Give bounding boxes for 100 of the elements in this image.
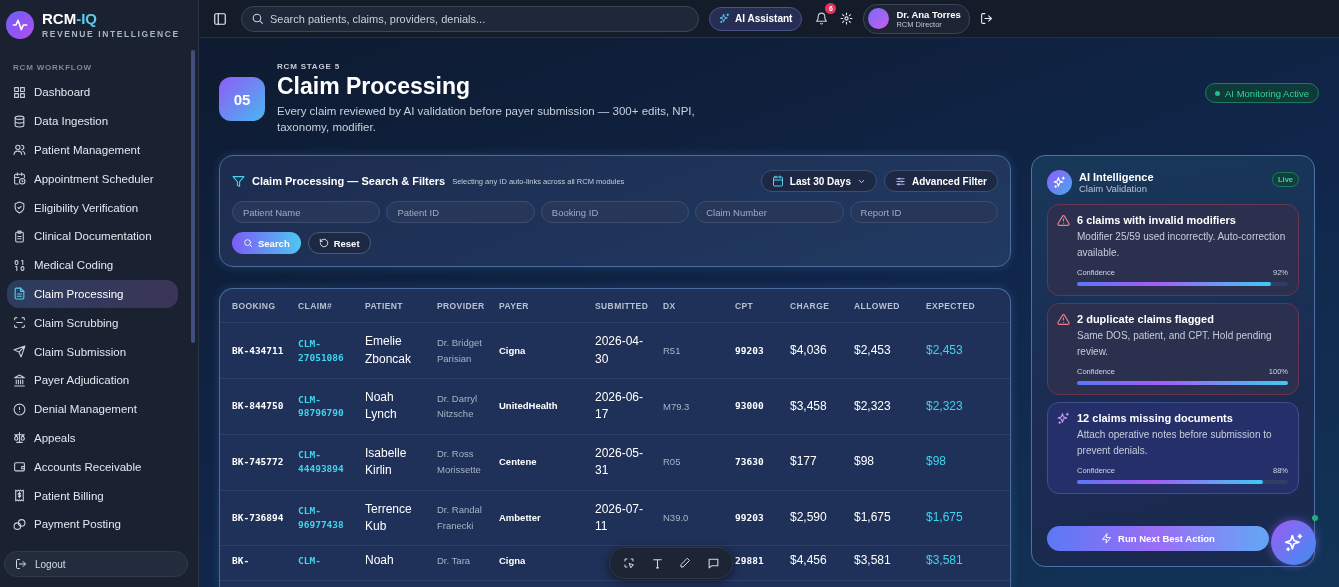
receipt-icon bbox=[13, 489, 26, 503]
sidebar-item[interactable]: Medical Coding bbox=[7, 250, 178, 280]
table-cell: $3,458 bbox=[790, 398, 827, 413]
database-icon bbox=[13, 114, 26, 128]
table-cell: $98 bbox=[926, 454, 947, 469]
sidebar-item[interactable]: Dashboard bbox=[7, 78, 178, 107]
table-cell: BK-434711 bbox=[232, 344, 284, 356]
sidebar-item[interactable]: Claim Submission bbox=[7, 337, 178, 366]
table-cell: M79.3 bbox=[663, 400, 690, 412]
sidebar-item[interactable]: Clinical Documentation bbox=[7, 222, 178, 251]
sidebar-item[interactable]: Payment Posting bbox=[7, 509, 178, 539]
scale-icon bbox=[13, 431, 26, 445]
column-header: PROVIDER bbox=[436, 299, 486, 313]
insight-text: Attach operative notes before submission to prevent denials. bbox=[1077, 428, 1273, 459]
sidebar-item[interactable]: Patient Management bbox=[7, 135, 178, 165]
sidebar-item[interactable]: Claim Processing bbox=[7, 279, 178, 309]
table-cell: R05 bbox=[663, 456, 681, 468]
logo-icon bbox=[6, 10, 34, 39]
sidebar-item[interactable]: Patient Billing bbox=[7, 481, 178, 510]
filter-title: Claim Processing — Search & Filters bbox=[252, 175, 446, 188]
warning-icon bbox=[1057, 313, 1070, 327]
table-cell: Noah bbox=[365, 553, 394, 568]
table-cell: CLM-98796790 bbox=[298, 393, 344, 419]
reset-icon bbox=[318, 238, 329, 249]
table-cell: Centene bbox=[499, 456, 537, 468]
selection-icon bbox=[623, 557, 635, 569]
table-cell: 99203 bbox=[735, 512, 764, 524]
calendar-icon bbox=[771, 175, 784, 188]
ai-chat-button[interactable] bbox=[1271, 520, 1316, 566]
table-cell: 99203 bbox=[735, 344, 764, 356]
date-range-dropdown[interactable]: Last 30 Days bbox=[760, 170, 877, 193]
clipboard-icon bbox=[13, 229, 26, 243]
table-cell: $3,581 bbox=[854, 553, 891, 568]
sidebar-item[interactable]: Appeals bbox=[7, 423, 178, 453]
grid-icon bbox=[13, 85, 26, 99]
send-icon bbox=[13, 345, 26, 359]
table-cell: $2,453 bbox=[926, 342, 963, 357]
column-header: DX bbox=[662, 299, 677, 313]
ai-assistant-button[interactable]: AI Assistant bbox=[709, 6, 803, 31]
filter-input[interactable]: Patient Name bbox=[232, 201, 381, 224]
text-icon bbox=[650, 556, 664, 570]
sidebar-item[interactable]: Payer Adjudication bbox=[7, 365, 178, 395]
table-cell: Dr. Darryl Nitzsche bbox=[437, 392, 478, 420]
sparkle-icon bbox=[719, 13, 730, 24]
shield-check-icon bbox=[13, 201, 26, 215]
table-cell: $2,453 bbox=[854, 342, 891, 357]
binary-icon bbox=[13, 258, 26, 272]
table-cell: $2,323 bbox=[854, 398, 891, 413]
page-title: Claim Processing bbox=[277, 73, 472, 100]
sidebar-item[interactable]: Denial Management bbox=[7, 394, 178, 424]
table-cell: Dr. Randal Franecki bbox=[437, 504, 482, 531]
sidebar-item[interactable]: Data Ingestion bbox=[7, 106, 178, 136]
sparkle-icon bbox=[1053, 176, 1066, 190]
filter-input[interactable]: Booking ID bbox=[540, 201, 690, 224]
table-cell: 29881 bbox=[735, 555, 764, 567]
sparkle-icon bbox=[1057, 412, 1070, 426]
advanced-filter-button[interactable]: Advanced Filter bbox=[883, 170, 998, 193]
avatar bbox=[868, 8, 890, 29]
table-cell: $1,675 bbox=[926, 510, 963, 525]
sidebar-item[interactable]: Claim Scrubbing bbox=[7, 308, 178, 338]
sidebar-item[interactable]: Accounts Receivable bbox=[7, 452, 178, 482]
coins-icon bbox=[13, 517, 26, 531]
table-cell: $177 bbox=[790, 454, 817, 469]
bank-icon bbox=[13, 373, 26, 387]
table-cell: 2026-07-11 bbox=[595, 501, 644, 533]
table-cell: Isabelle Kirlin bbox=[365, 445, 407, 478]
table-cell: Emelie Zboncak bbox=[365, 334, 412, 366]
insight-text: Modifier 25/59 used incorrectly. Auto-correction available. bbox=[1077, 230, 1287, 261]
table-cell: CLM-27051086 bbox=[298, 337, 344, 363]
scrollbar[interactable] bbox=[191, 50, 195, 343]
search-icon bbox=[243, 238, 253, 249]
filter-input[interactable]: Report ID bbox=[849, 201, 998, 224]
users-icon bbox=[13, 143, 26, 157]
reset-button[interactable]: Reset bbox=[307, 232, 371, 255]
table-cell: $3,581 bbox=[926, 553, 963, 568]
logout-button[interactable]: Logout bbox=[4, 551, 188, 577]
table-cell: BK-844750 bbox=[232, 400, 284, 412]
insight-title: 6 claims with invalid modifiers bbox=[1077, 214, 1237, 227]
table-cell: CLM- bbox=[298, 555, 321, 567]
insight-title: 2 duplicate claims flagged bbox=[1077, 313, 1215, 326]
settings-icon bbox=[840, 12, 854, 25]
table-cell: $1,675 bbox=[854, 510, 891, 525]
brand-name: RCM-IQ bbox=[42, 10, 98, 27]
sidebar-item[interactable]: Eligibility Verification bbox=[7, 193, 178, 222]
column-header: PATIENT bbox=[364, 299, 404, 313]
sidebar-item[interactable]: Appointment Scheduler bbox=[7, 164, 178, 194]
sidebar-toggle-icon bbox=[213, 11, 227, 26]
table-cell: 93000 bbox=[735, 400, 764, 412]
table-cell: 2026-04-30 bbox=[595, 334, 644, 366]
table-cell: BK-736894 bbox=[232, 512, 284, 524]
column-header: CLAIM# bbox=[297, 299, 334, 313]
insight-title: 12 claims missing documents bbox=[1077, 412, 1234, 425]
run-action-button[interactable]: Run Next Best Action bbox=[1047, 526, 1269, 552]
filter-input[interactable]: Claim Number bbox=[695, 201, 844, 224]
document-icon bbox=[13, 287, 26, 301]
section-label: RCM WORKFLOW bbox=[12, 62, 93, 74]
brand-tagline: REVENUE INTELLIGENCE bbox=[42, 29, 180, 39]
filter-input[interactable]: Patient ID bbox=[386, 201, 535, 224]
scan-icon bbox=[13, 316, 26, 330]
search-field[interactable]: Search patients, claims, providers, denials... bbox=[241, 5, 699, 32]
